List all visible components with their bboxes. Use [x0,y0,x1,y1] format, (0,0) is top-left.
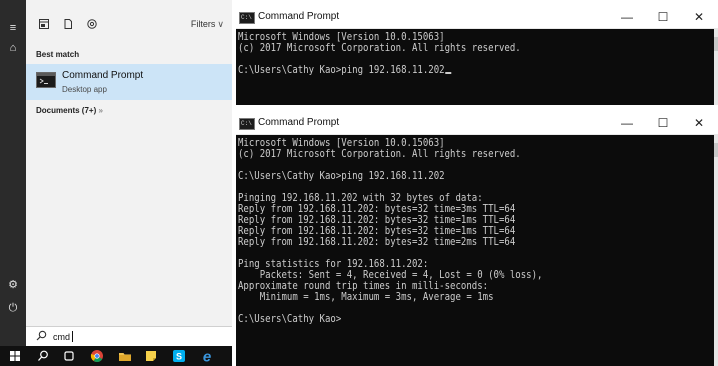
window-title: Command Prompt [258,11,340,22]
scrollbar[interactable] [714,135,718,366]
window-title: Command Prompt [258,117,340,128]
console-cursor [445,72,452,74]
web-filter-icon[interactable] [86,18,98,30]
window-titlebar[interactable]: Command Prompt — ☐ ✕ [236,112,718,135]
command-prompt-window-typing[interactable]: Command Prompt — ☐ ✕ Microsoft Windows [… [236,6,718,105]
chevron-right-icon: » [98,106,103,115]
home-icon[interactable]: ⌂ [0,42,26,54]
start-menu: ≡ ⌂ ⚙ ⏻ Filters ∨ Best match Command Pro… [0,0,232,347]
chrome-browser-icon[interactable] [90,349,104,363]
windows-start-icon[interactable] [8,349,22,363]
console-line: (c) 2017 Microsoft Corporation. All righ… [238,42,521,54]
apps-filter-icon[interactable] [38,18,50,30]
skype-icon[interactable]: S [172,349,186,363]
search-icon [36,330,47,344]
best-match-heading: Best match [36,50,80,59]
documents-section-link[interactable]: Documents (7+) » [36,106,103,115]
console-app-icon [239,118,255,130]
console-line: Minimum = 1ms, Maximum = 3ms, Average = … [238,291,494,303]
edge-browser-icon[interactable]: e [200,349,214,363]
window-titlebar[interactable]: Command Prompt — ☐ ✕ [236,6,718,29]
maximize-button[interactable]: ☐ [648,114,678,132]
console-command-text: C:\Users\Cathy Kao>ping 192.168.11.202 [238,64,445,76]
documents-label: Documents (7+) [36,106,97,115]
close-button[interactable]: ✕ [684,114,714,132]
minimize-button[interactable]: — [612,8,642,26]
text-cursor [72,331,73,342]
console-app-icon [239,12,255,24]
result-title: Command Prompt [62,70,144,81]
search-input-text[interactable]: cmd [53,332,70,342]
console-prompt-line: C:\Users\Cathy Kao>ping 192.168.11.202 [238,64,452,76]
settings-gear-icon[interactable]: ⚙ [0,278,26,291]
filters-dropdown[interactable]: Filters ∨ [191,19,224,30]
power-icon[interactable]: ⏻ [0,302,26,315]
close-button[interactable]: ✕ [684,8,714,26]
maximize-button[interactable]: ☐ [648,8,678,26]
taskbar: S e [0,346,232,366]
console-output[interactable]: Microsoft Windows [Version 10.0.15063] (… [236,29,714,105]
scrollbar[interactable] [714,29,718,105]
best-match-result-command-prompt[interactable]: Command Prompt Desktop app [26,64,232,100]
console-line: C:\Users\Cathy Kao> [238,313,342,325]
file-explorer-icon[interactable] [118,349,132,363]
start-rail: ≡ ⌂ ⚙ ⏻ [0,0,26,346]
search-box[interactable]: cmd [26,326,232,347]
command-prompt-window-ping-result[interactable]: Command Prompt — ☐ ✕ Microsoft Windows [… [236,112,718,366]
result-subtitle: Desktop app [62,85,107,94]
svg-text:e: e [203,349,211,363]
documents-filter-icon[interactable] [62,18,74,30]
filter-toolbar: Filters ∨ [26,14,232,36]
filters-label: Filters [190,19,216,29]
console-line: C:\Users\Cathy Kao>ping 192.168.11.202 [238,170,445,182]
taskbar-search-icon[interactable] [36,349,50,363]
minimize-button[interactable]: — [612,114,642,132]
task-view-icon[interactable] [62,349,76,363]
console-line: (c) 2017 Microsoft Corporation. All righ… [238,148,521,160]
hamburger-menu-icon[interactable]: ≡ [0,22,26,34]
search-results-panel: Filters ∨ Best match Command Prompt Deskt… [26,0,232,346]
sticky-notes-icon[interactable] [144,349,158,363]
chevron-down-icon: ∨ [217,19,224,29]
scrollbar-thumb[interactable] [714,37,718,51]
command-prompt-app-icon [36,72,56,88]
console-line: Reply from 192.168.11.202: bytes=32 time… [238,236,516,248]
svg-text:S: S [176,352,182,362]
console-output[interactable]: Microsoft Windows [Version 10.0.15063] (… [236,135,714,366]
scrollbar-thumb[interactable] [714,143,718,157]
